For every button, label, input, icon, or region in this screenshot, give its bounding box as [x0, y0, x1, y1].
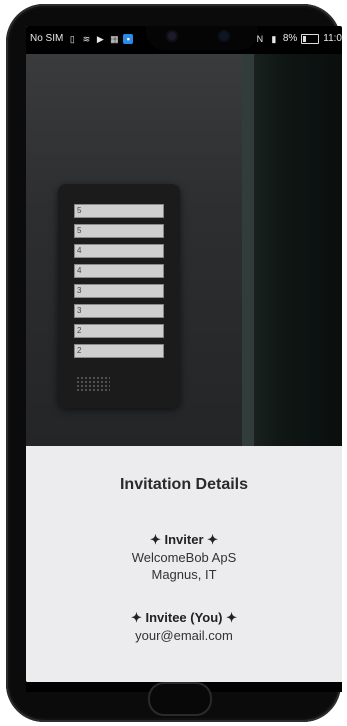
- home-button[interactable]: [148, 682, 212, 716]
- invitee-email: your@email.com: [135, 628, 233, 643]
- status-bar: No SIM ▯ ≋ ▶ ▦ ▪ N ▮ 8% 11:0: [26, 26, 342, 54]
- wifi-icon: ≋: [82, 33, 91, 44]
- inviter-person: Magnus, IT: [151, 567, 217, 582]
- speaker-grille-icon: [76, 376, 110, 392]
- nfc-icon: N: [256, 33, 264, 44]
- page-title: Invitation Details: [119, 476, 249, 493]
- invitation-details-card: Invitation Details ✦ Inviter ✦ WelcomeBo…: [26, 446, 342, 682]
- front-camera-icon: [166, 30, 178, 42]
- panel-row: 4: [74, 244, 164, 258]
- panel-row: 3: [74, 284, 164, 298]
- intercom-panel-photo: 5 5 4 4 3 3 2 2: [26, 54, 342, 446]
- carrier-label: No SIM: [30, 33, 64, 44]
- panel-row: 5: [74, 204, 164, 218]
- phone-screen: No SIM ▯ ≋ ▶ ▦ ▪ N ▮ 8% 11:0 5 5 4 4 3 3: [26, 26, 342, 682]
- status-left: No SIM ▯ ≋ ▶ ▦ ▪: [30, 33, 134, 44]
- panel-row: 3: [74, 304, 164, 318]
- panel-row: 2: [74, 324, 164, 338]
- battery-icon: [301, 33, 320, 44]
- sim-card-icon: ▯: [69, 33, 75, 44]
- vibrate-icon: ▮: [271, 33, 277, 44]
- status-right: N ▮ 8% 11:0: [255, 33, 342, 44]
- sensor-icon: [218, 30, 230, 42]
- door-frame: [242, 54, 342, 446]
- gallery-icon: ▦: [110, 33, 119, 44]
- inviter-company: WelcomeBob ApS: [131, 550, 237, 565]
- camera-notch: [146, 26, 258, 50]
- battery-percent: 8%: [282, 33, 298, 44]
- play-icon: ▶: [96, 33, 104, 44]
- panel-row: 5: [74, 224, 164, 238]
- invitee-heading: ✦ Invitee (You) ✦: [130, 610, 238, 625]
- intercom-panel: 5 5 4 4 3 3 2 2: [58, 184, 180, 408]
- panel-row: 4: [74, 264, 164, 278]
- app-icon: ▪: [123, 33, 134, 44]
- panel-row: 2: [74, 344, 164, 358]
- clock: 11:0: [323, 33, 342, 44]
- inviter-heading: ✦ Inviter ✦: [149, 532, 219, 547]
